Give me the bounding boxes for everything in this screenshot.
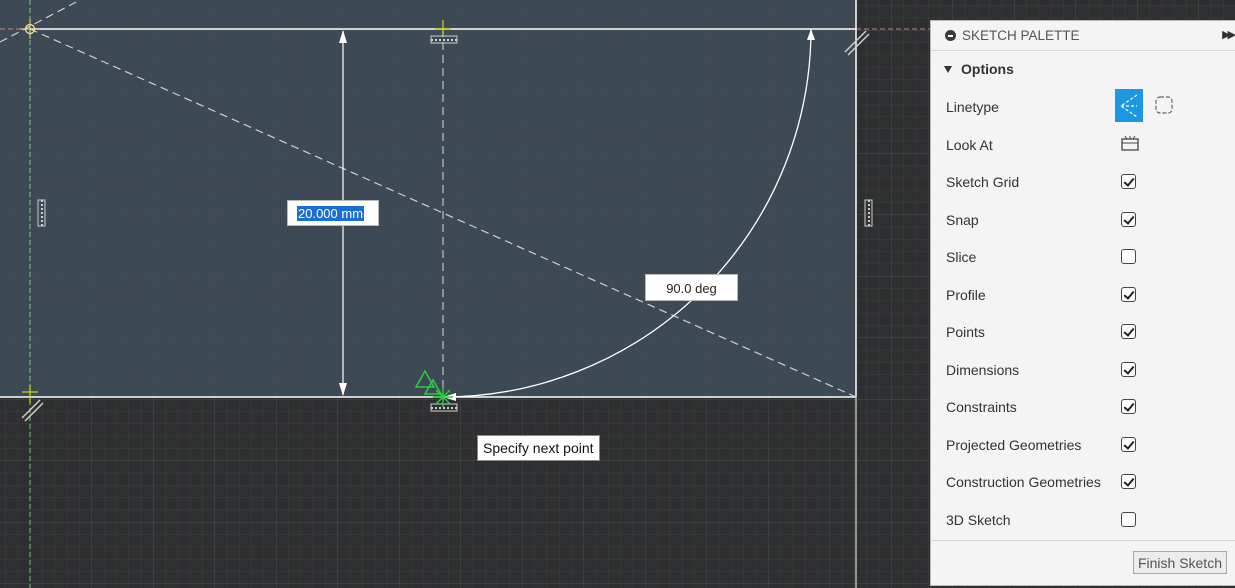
option-label: Snap <box>946 211 979 228</box>
dimensions-checkbox[interactable] <box>1121 361 1136 377</box>
construction-geometries-checkbox[interactable] <box>1121 474 1136 489</box>
option-row-slice: Slice <box>931 239 1235 276</box>
option-row-3d-sketch: 3D Sketch <box>931 502 1235 539</box>
option-label: Slice <box>946 249 977 265</box>
collapse-palette-icon[interactable] <box>945 30 956 41</box>
length-dimension-input[interactable]: 20.000 mm <box>287 200 379 226</box>
projected-geometries-checkbox[interactable] <box>1121 436 1136 452</box>
palette-title: SKETCH PALETTE <box>962 28 1080 43</box>
option-row-sketch-grid: Sketch Grid <box>931 164 1235 201</box>
option-label: Construction Geometries <box>946 474 1101 490</box>
construction-linetype-icon[interactable] <box>1115 89 1143 122</box>
length-value-selected: 20.000 mm <box>297 206 365 221</box>
option-row-linetype: Linetype <box>931 89 1235 126</box>
points-checkbox[interactable] <box>1121 324 1136 339</box>
option-row-points: Points <box>931 314 1235 351</box>
options-section-label: Options <box>961 61 1014 77</box>
option-row-snap: Snap <box>931 202 1235 239</box>
option-row-dimensions: Dimensions <box>931 352 1235 389</box>
palette-header: SKETCH PALETTE ▶▶ <box>931 21 1235 51</box>
option-label: Dimensions <box>946 361 1020 378</box>
option-row-projected-geometries: Projected Geometries <box>931 427 1235 464</box>
option-row-profile: Profile <box>931 277 1235 314</box>
option-label: Projected Geometries <box>946 436 1082 453</box>
3d-sketch-checkbox[interactable] <box>1121 511 1136 527</box>
constraints-checkbox[interactable] <box>1121 399 1136 414</box>
triangle-down-icon <box>944 65 952 73</box>
option-label: Linetype <box>946 99 999 115</box>
profile-checkbox[interactable] <box>1121 286 1136 302</box>
option-label: Constraints <box>946 399 1017 415</box>
slice-checkbox[interactable] <box>1121 249 1136 264</box>
angle-dimension-input[interactable]: 90.0 deg <box>645 274 738 301</box>
option-label: Look At <box>946 136 993 153</box>
option-label: 3D Sketch <box>946 511 1011 528</box>
look-at-icon[interactable] <box>1119 133 1141 155</box>
finish-sketch-button[interactable]: Finish Sketch <box>1132 551 1227 574</box>
centerline-linetype-icon[interactable] <box>1153 94 1175 116</box>
options-section-header[interactable]: Options <box>931 51 1235 87</box>
option-row-look-at: Look At <box>931 127 1235 164</box>
option-row-constraints: Constraints <box>931 389 1235 426</box>
sketch-palette: SKETCH PALETTE ▶▶ Options Linetype Look A… <box>930 20 1235 586</box>
option-row-construction-geometries: Construction Geometries <box>931 464 1235 501</box>
option-label: Profile <box>946 286 986 303</box>
sketch-grid-checkbox[interactable] <box>1121 174 1136 189</box>
option-label: Sketch Grid <box>946 174 1020 190</box>
palette-footer: Finish Sketch <box>931 540 1235 585</box>
option-label: Points <box>946 324 985 340</box>
snap-checkbox[interactable] <box>1121 211 1136 227</box>
cursor-tooltip: Specify next point <box>477 435 600 461</box>
expand-palette-icon[interactable]: ▶▶ <box>1222 28 1235 41</box>
